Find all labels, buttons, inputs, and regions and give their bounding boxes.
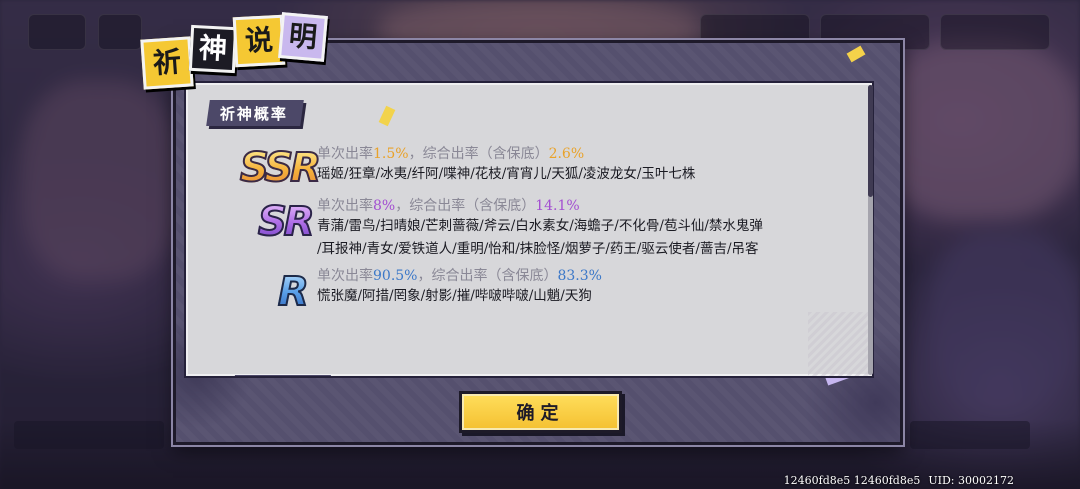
section-title-text: 祈神概率: [220, 104, 289, 123]
title-char-text: 祈: [151, 45, 183, 80]
name-line: /耳报神/青女/爱铁道人/重明/怡和/抹脸怪/烟萝子/药王/驱云使者/蔷吉/吊客: [317, 241, 759, 257]
r-badge: R: [277, 268, 310, 316]
sr-badge: SR: [257, 198, 316, 246]
sr-total-rate: 14.1%: [535, 198, 580, 214]
title-char: 说: [232, 14, 286, 68]
r-single-rate: 90.5%: [373, 268, 418, 284]
ssr-single-rate: 1.5%: [373, 146, 409, 162]
rate-prefix: 单次出率: [317, 198, 373, 214]
uid-text: UID: 30002172: [928, 474, 1014, 487]
title-char-text: 明: [287, 18, 319, 55]
sr-name-list: 青蒲/雷鸟/扫晴娘/芒刺蔷薇/斧云/白水素女/海蟾子/不化骨/苞斗仙/禁水鬼弹 …: [317, 215, 763, 261]
title-char-text: 说: [244, 23, 274, 58]
ssr-name-list: 瑶姬/狂章/冰夷/纤阿/喋神/花枝/宵宵儿/天狐/凌波龙女/玉叶七株: [317, 163, 695, 186]
title-char-text: 神: [198, 31, 228, 66]
scrollbar[interactable]: [868, 85, 873, 375]
name-line: 瑶姬/狂章/冰夷/纤阿/喋神/花枝/宵宵儿/天狐/凌波龙女/玉叶七株: [317, 166, 696, 182]
dialog-title: 祈 神 说 明: [136, 10, 328, 96]
decoration: [846, 45, 866, 63]
rate-middle: ，综合出率（含保底）: [417, 268, 558, 284]
uid-bar: 12460fd8e5 12460fd8e5 UID: 30002172: [784, 474, 1014, 487]
ssr-total-rate: 2.6%: [548, 146, 585, 162]
confirm-button[interactable]: 确定: [459, 391, 622, 433]
rate-prefix: 单次出率: [317, 268, 373, 284]
device-ids: 12460fd8e5 12460fd8e5: [783, 474, 921, 487]
title-char: 明: [278, 12, 328, 62]
section-title: 祈神概率: [206, 100, 304, 126]
title-char: 祈: [140, 36, 194, 90]
ssr-rate-line: 单次出率1.5%，综合出率（含保底）2.6%: [317, 143, 584, 163]
title-char: 神: [188, 24, 238, 74]
rate-middle: ，综合出率（含保底）: [408, 146, 549, 162]
scrollbar-thumb[interactable]: [868, 85, 873, 197]
r-total-rate: 83.3%: [557, 268, 602, 284]
rate-prefix: 单次出率: [317, 146, 373, 162]
r-name-list: 慌张魔/阿措/罔象/射影/摧/哔啵哔啵/山魈/天狗: [317, 285, 592, 308]
rate-dialog: SSR 单次出率1.5%，综合出率（含保底）2.6% 瑶姬/狂章/冰夷/纤阿/喋…: [173, 40, 903, 445]
sr-rate-line: 单次出率8%，综合出率（含保底）14.1%: [317, 195, 580, 215]
sr-single-rate: 8%: [373, 198, 396, 214]
name-line: 慌张魔/阿措/罔象/射影/摧/哔啵哔啵/山魈/天狗: [317, 288, 592, 304]
next-section-tag: [233, 375, 331, 376]
ssr-badge: SSR: [239, 144, 322, 192]
name-line: 青蒲/雷鸟/扫晴娘/芒刺蔷薇/斧云/白水素女/海蟾子/不化骨/苞斗仙/禁水鬼弹: [317, 218, 763, 234]
r-rate-line: 单次出率90.5%，综合出率（含保底）83.3%: [317, 265, 602, 285]
rate-middle: ，综合出率（含保底）: [395, 198, 536, 214]
